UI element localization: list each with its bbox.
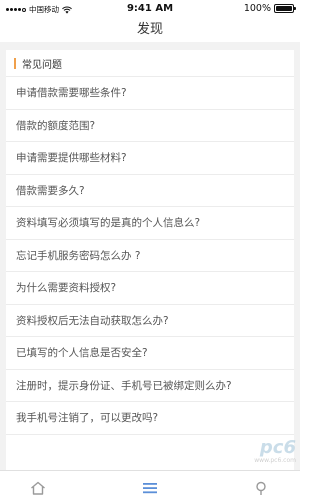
faq-list: 申请借款需要哪些条件? 借款的额度范围? 申请需要提供哪些材料? 借款需要多久?… xyxy=(6,77,294,435)
status-bar-right: 100% xyxy=(243,3,296,14)
faq-item[interactable]: 忘记手机服务密码怎么办 ? xyxy=(6,240,294,272)
watermark-logo: pc6 xyxy=(259,437,296,458)
faq-item[interactable]: 资料授权后无法自动获取怎么办? xyxy=(6,305,294,337)
faq-section-header: 常见问题 xyxy=(6,50,294,77)
faq-item[interactable]: 为什么需要资料授权? xyxy=(6,272,294,305)
watermark: pc6 www.pc6.com xyxy=(254,437,296,465)
faq-item[interactable]: 我手机号注销了，可以更改吗? xyxy=(6,402,294,435)
faq-item[interactable]: 申请需要提供哪些材料? xyxy=(6,142,294,175)
faq-card: 常见问题 申请借款需要哪些条件? 借款的额度范围? 申请需要提供哪些材料? 借款… xyxy=(6,50,294,470)
status-bar: 中国移动 9:41 AM 100% xyxy=(0,0,300,18)
faq-item[interactable]: 借款的额度范围? xyxy=(6,110,294,142)
location-pin-icon[interactable] xyxy=(254,481,268,495)
faq-item[interactable]: 申请借款需要哪些条件? xyxy=(6,77,294,110)
faq-section-title: 常见问题 xyxy=(22,59,62,71)
faq-item[interactable]: 已填写的个人信息是否安全? xyxy=(6,337,294,370)
faq-item[interactable]: 资料填写必须填写的是真的个人信息么? xyxy=(6,207,294,240)
watermark-site: www.pc6.com xyxy=(254,457,296,464)
tab-bar xyxy=(0,470,300,501)
list-icon[interactable] xyxy=(142,481,158,495)
battery-percent: 100% xyxy=(243,3,271,14)
home-icon[interactable] xyxy=(30,481,46,495)
faq-item[interactable]: 借款需要多久? xyxy=(6,175,294,207)
battery-icon xyxy=(274,4,296,13)
content-area[interactable]: 常见问题 申请借款需要哪些条件? 借款的额度范围? 申请需要提供哪些材料? 借款… xyxy=(0,42,300,470)
accent-bar xyxy=(14,57,16,69)
navigation-bar: 发现 xyxy=(0,18,300,42)
faq-item[interactable]: 注册时，提示身份证、手机号已被绑定则么办? xyxy=(6,370,294,402)
page-title: 发现 xyxy=(136,22,163,37)
